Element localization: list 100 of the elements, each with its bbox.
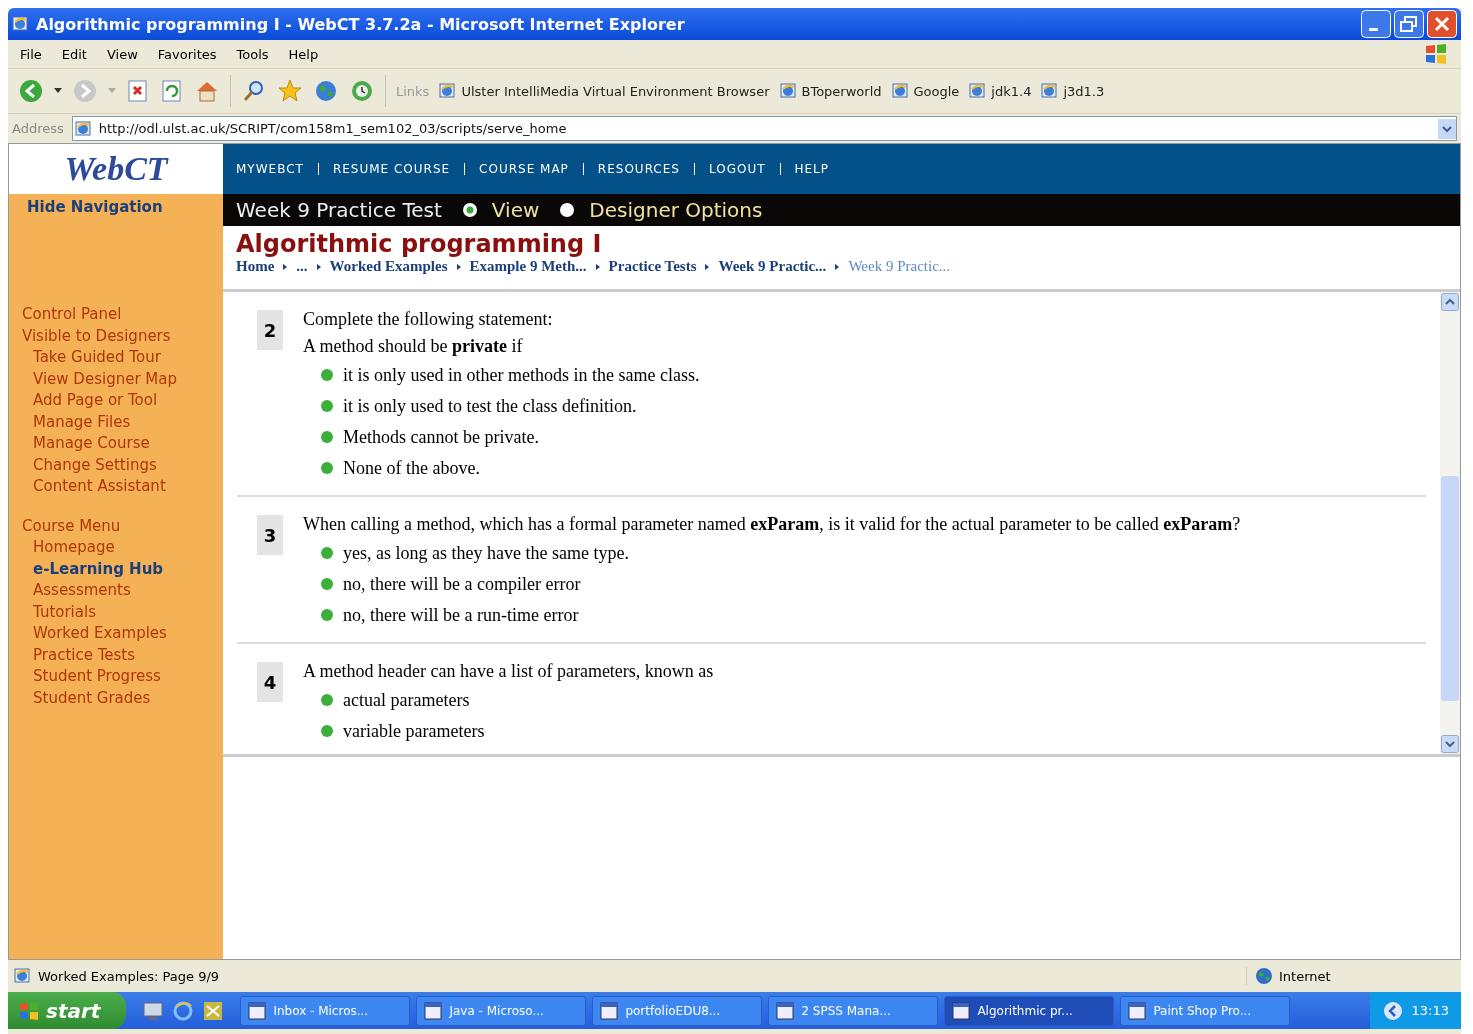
option-text: it is only used in other methods in the same class. [343,364,700,387]
option-text: it is only used to test the class definition. [343,395,637,418]
page-icon [779,82,798,100]
question-number: 2 [257,310,283,350]
mode-label[interactable]: View [491,198,540,222]
caret-icon[interactable] [54,88,62,94]
links-label: Links [396,83,430,99]
taskbar-button[interactable]: Java - Microso... [416,995,587,1026]
stop-icon[interactable] [126,79,150,103]
bullet-icon [321,725,333,737]
radio-button[interactable] [461,202,478,218]
window-icon [423,1000,444,1021]
link-button[interactable]: j3d1.3 [1041,82,1105,100]
nav-link[interactable]: MYWEBCT [236,162,304,176]
nav-link[interactable]: HELP [794,162,830,176]
nav-link[interactable]: RESUME COURSE [332,162,451,176]
course-title: Algorithmic programming I [236,230,603,258]
page-icon [1041,82,1060,100]
page-title: Week 9 Practice Test [236,198,442,222]
window-title: Algorithmic programming I - WebCT 3.7.2a - Microsoft Internet Explorer [36,14,686,34]
status-zone: Internet [1279,968,1331,984]
back-icon[interactable] [18,78,44,104]
desktop-icon[interactable] [142,999,165,1022]
taskbar-button[interactable]: 2 SPSS Mana... [768,995,939,1026]
minimize-icon[interactable] [1361,10,1391,38]
bullet-icon [321,547,333,559]
separator-icon [456,263,461,270]
option-text: variable parameters [343,720,485,743]
history-icon[interactable] [349,78,375,104]
window-icon [599,1000,620,1021]
question-text: When calling a method, which has a formal parameter named exParam, is it valid for the actual parameter to be called exParam? [303,513,1241,535]
breadcrumb-link[interactable]: Worked Examples [329,258,448,275]
question-number: 4 [257,662,283,702]
separator-icon [316,263,321,270]
breadcrumb-link[interactable]: Example 9 Meth... [469,258,587,275]
option-text: no, there will be a compiler error [343,573,581,596]
menu-item[interactable]: Favorites [157,46,217,62]
sidebar-item[interactable]: e-Learning Hub [22,558,223,580]
scroll-thumb[interactable] [1441,475,1459,701]
link-button[interactable]: BToperworld [779,82,882,100]
breadcrumb-link[interactable]: ... [296,258,308,275]
menu-item[interactable]: Tools [236,46,269,62]
breadcrumb-link[interactable]: Week 9 Practic... [718,258,827,275]
bullet-icon [321,694,333,706]
breadcrumb-link[interactable]: Practice Tests [608,258,697,275]
window-icon [951,1000,972,1021]
windows-flag-icon [1423,41,1449,67]
taskbar-button[interactable]: Inbox - Micros... [240,995,411,1026]
taskbar-button[interactable]: portfolioEDU8... [592,995,763,1026]
bullet-icon [321,578,333,590]
question-text: Complete the following statement: [303,308,554,330]
windows-flag-icon [18,999,40,1022]
option-text: no, there will be a run-time error [343,604,579,627]
refresh-icon[interactable] [160,79,184,103]
dropdown-icon[interactable] [1438,118,1456,139]
menu-item[interactable]: Help [288,46,319,62]
globe-icon[interactable] [313,78,339,104]
clock: 13:13 [1411,1003,1449,1018]
nav-link[interactable]: COURSE MAP [479,162,569,176]
breadcrumb-link[interactable]: Week 9 Practic... [848,258,951,275]
radio-button[interactable] [559,202,576,218]
star-icon[interactable] [277,78,303,104]
breadcrumb-link[interactable]: Home [236,258,275,275]
nav-link[interactable]: LOGOUT [708,162,766,176]
page-icon [439,82,458,100]
option-text: yes, as long as they have the same type. [343,542,629,565]
window-icon [775,1000,796,1021]
browser-icon[interactable] [172,999,195,1022]
start-button[interactable]: start [8,992,127,1029]
taskbar-button[interactable]: Paint Shop Pro... [1120,995,1291,1026]
separator-icon [705,263,710,270]
bullet-icon [321,400,333,412]
bullet-icon [321,369,333,381]
taskbar-button[interactable]: Algorithmic pr... [944,995,1115,1026]
scroll-down-icon[interactable] [1441,735,1459,753]
status-text: Worked Examples: Page 9/9 [38,968,220,984]
page-icon [14,967,32,985]
window-icon [247,1000,268,1021]
menu-item[interactable]: Edit [61,46,87,62]
option-text: None of the above. [343,457,480,480]
bullet-icon [321,462,333,474]
question-text: A method header can have a list of parameters, known as [303,660,714,682]
menu-item[interactable]: View [106,46,138,62]
scrollbar[interactable] [1440,292,1460,754]
nav-link[interactable]: RESOURCES [597,162,680,176]
globe-icon [1255,967,1273,985]
window-icon [1127,1000,1148,1021]
scroll-up-icon[interactable] [1441,293,1459,311]
menu-item[interactable]: File [20,46,42,62]
page-icon [969,82,988,100]
hide-navigation-link[interactable]: Hide Navigation [9,194,223,220]
link-button[interactable]: Ulster IntelliMedia Virtual Environment Browser [439,82,770,100]
mode-label[interactable]: Designer Options [589,198,763,222]
page-icon [74,119,93,138]
close-icon[interactable] [1427,10,1457,38]
link-button[interactable]: Google [891,82,960,100]
page-icon [891,82,910,100]
restore-icon[interactable] [1394,10,1424,38]
address-field[interactable]: http://odl.ulst.ac.uk/SCRIPT/com158m1_sem102_03/scripts/serve_home [71,116,1457,141]
link-button[interactable]: jdk1.4 [969,82,1032,100]
